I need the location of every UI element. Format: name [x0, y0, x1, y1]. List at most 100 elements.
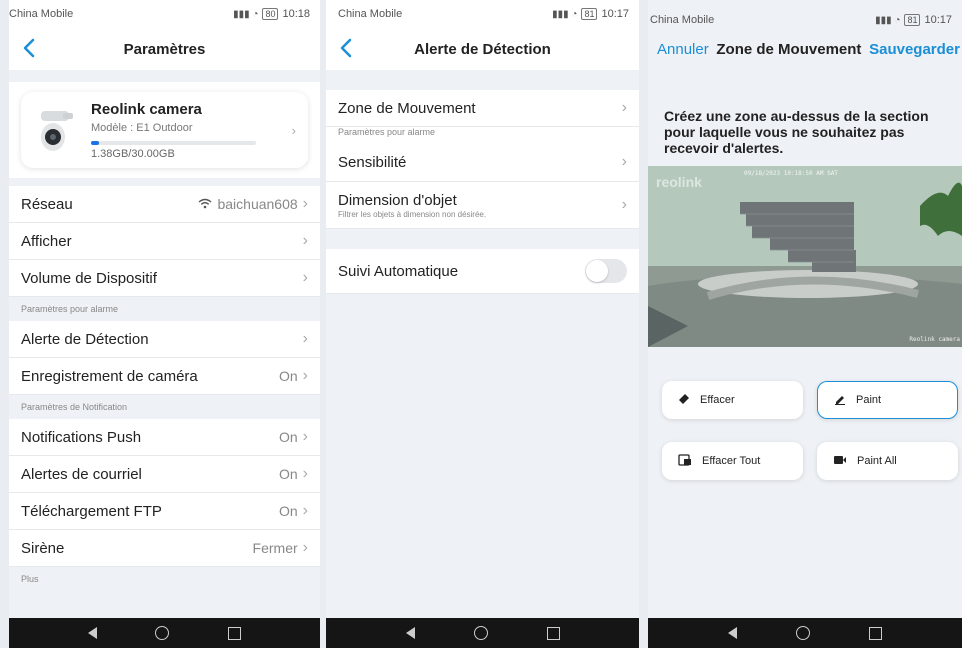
chevron-right-icon: ›: [302, 428, 308, 445]
notification-row[interactable]: Sirène Fermer ›: [9, 530, 320, 567]
erase-all-icon: [678, 453, 692, 469]
erase-button[interactable]: Effacer: [662, 381, 803, 419]
header: Alerte de Détection: [326, 28, 639, 70]
row-value: baichuan608: [217, 196, 298, 212]
row-label: Téléchargement FTP: [21, 502, 162, 520]
chevron-right-icon: ›: [302, 269, 308, 286]
row-label: Afficher: [21, 232, 72, 250]
camera-model: Modèle : E1 Outdoor: [91, 121, 193, 134]
system-nav-bar: [648, 618, 962, 648]
row-label: Alertes de courriel: [21, 465, 142, 483]
row-label: Réseau: [21, 195, 73, 213]
carrier-label: China Mobile: [9, 8, 74, 20]
camera-storage: 1.38GB/30.00GB: [91, 147, 175, 160]
paint-button[interactable]: Paint: [817, 381, 958, 419]
nav-recents-icon[interactable]: [869, 626, 883, 640]
video-timestamp: 09/18/2023 10:18:50 AM SAT: [744, 170, 838, 177]
wifi-icon: [198, 196, 212, 212]
page-title: Paramètres: [123, 40, 206, 58]
row-label: Enregistrement de caméra: [21, 367, 198, 385]
paint-all-icon: [833, 454, 847, 469]
chevron-right-icon: ›: [302, 330, 308, 347]
settings-row[interactable]: Volume de Dispositif ›: [9, 260, 320, 297]
chevron-right-icon: ›: [302, 367, 308, 384]
chevron-right-icon: ›: [621, 153, 627, 170]
chevron-right-icon: ›: [302, 539, 308, 556]
nav-home-icon[interactable]: [155, 626, 170, 640]
chevron-right-icon: ›: [302, 465, 308, 482]
video-brand-bottom: Reolink camera: [909, 336, 960, 343]
row-value: On: [278, 368, 298, 384]
object-size-sublabel: Filtrer les objets à dimension non désir…: [338, 209, 487, 219]
instruction-text: Créez une zone au-dessus de la section p…: [664, 108, 929, 156]
status-bar: China Mobile ▮▮▮ ◔ 80 10:18: [9, 0, 320, 28]
camera-card[interactable]: Reolink camera Modèle : E1 Outdoor 1.38G…: [21, 92, 308, 168]
status-time: 10:17: [601, 8, 629, 20]
auto-track-toggle[interactable]: [585, 259, 627, 283]
sensitivity-label: Sensibilité: [338, 153, 407, 171]
sensitivity-row[interactable]: Sensibilité ›: [326, 143, 639, 182]
signal-icon: ▮▮▮ ◔: [233, 8, 259, 20]
detection-alert-screen: China Mobile ▮▮▮ ◔ 81 10:17 Alerte de Dé…: [326, 0, 639, 648]
paint-all-button[interactable]: Paint All: [817, 442, 958, 480]
notification-row[interactable]: Notifications Push On ›: [9, 419, 320, 456]
row-value: Fermer: [252, 540, 298, 556]
row-label: Volume de Dispositif: [21, 269, 157, 287]
chevron-right-icon: ›: [291, 123, 296, 138]
nav-recents-icon[interactable]: [546, 626, 560, 640]
nav-home-icon[interactable]: [473, 626, 488, 640]
status-time: 10:17: [924, 14, 952, 26]
settings-screen: China Mobile ▮▮▮ ◔ 80 10:18 Paramètres R…: [9, 0, 320, 648]
header: Annuler Zone de Mouvement Sauvegarder: [648, 28, 962, 70]
chevron-right-icon: ›: [302, 502, 308, 519]
notification-row[interactable]: Alertes de courriel On ›: [9, 456, 320, 493]
motion-zone-label: Zone de Mouvement: [338, 99, 476, 117]
auto-track-row: Suivi Automatique: [326, 249, 639, 294]
signal-icon: ▮▮▮ ◔: [552, 8, 578, 20]
signal-icon: ▮▮▮ ◔: [875, 14, 901, 26]
page-title: Zone de Mouvement: [716, 40, 862, 58]
save-button[interactable]: Sauvegarder: [869, 41, 960, 58]
status-time: 10:18: [282, 8, 310, 20]
nav-back-icon[interactable]: [88, 627, 98, 639]
section-alarm: Paramètres pour alarme: [326, 127, 639, 143]
auto-track-label: Suivi Automatique: [338, 262, 459, 280]
motion-zone-row[interactable]: Zone de Mouvement ›: [326, 90, 639, 127]
pencil-icon: [834, 393, 846, 408]
alarm-row[interactable]: Enregistrement de caméra On ›: [9, 358, 320, 395]
row-value: On: [278, 429, 298, 445]
erase-all-button[interactable]: Effacer Tout: [662, 442, 803, 480]
cancel-button[interactable]: Annuler: [657, 41, 709, 58]
camera-preview[interactable]: reolink 09/18/2023 10:18:50 AM SAT Reoli…: [648, 166, 962, 347]
nav-back-icon[interactable]: [405, 627, 415, 639]
row-value: On: [278, 466, 298, 482]
section-alarm: Paramètres pour alarme: [9, 297, 320, 321]
system-nav-bar: [326, 618, 639, 648]
eraser-icon: [678, 393, 690, 408]
camera-name: Reolink camera: [91, 100, 202, 118]
nav-back-icon[interactable]: [727, 627, 737, 639]
carrier-label: China Mobile: [650, 14, 715, 26]
chevron-right-icon: ›: [302, 232, 308, 249]
settings-row[interactable]: Réseau baichuan608 ›: [9, 186, 320, 223]
battery-level: 80: [262, 8, 279, 20]
back-chevron-icon[interactable]: [336, 36, 358, 60]
alarm-row[interactable]: Alerte de Détection ›: [9, 321, 320, 358]
back-chevron-icon[interactable]: [19, 36, 41, 60]
notification-row[interactable]: Téléchargement FTP On ›: [9, 493, 320, 530]
settings-row[interactable]: Afficher ›: [9, 223, 320, 260]
battery-level: 81: [581, 8, 598, 20]
nav-recents-icon[interactable]: [227, 626, 241, 640]
motion-zone-screen: China Mobile ▮▮▮ ◔ 81 10:17 Annuler Zone…: [648, 0, 962, 648]
system-nav-bar: [9, 618, 320, 648]
section-notification: Paramètres de Notification: [9, 395, 320, 419]
camera-image: [33, 105, 77, 155]
carrier-label: China Mobile: [338, 8, 403, 20]
header: Paramètres: [9, 28, 320, 70]
page-title: Alerte de Détection: [414, 40, 551, 58]
nav-home-icon[interactable]: [795, 626, 810, 640]
video-watermark: reolink: [656, 174, 702, 190]
row-label: Notifications Push: [21, 428, 142, 446]
status-bar: China Mobile ▮▮▮ ◔ 81 10:17: [326, 0, 639, 28]
object-size-row[interactable]: Dimension d'objet Filtrer les objets à d…: [326, 182, 639, 229]
